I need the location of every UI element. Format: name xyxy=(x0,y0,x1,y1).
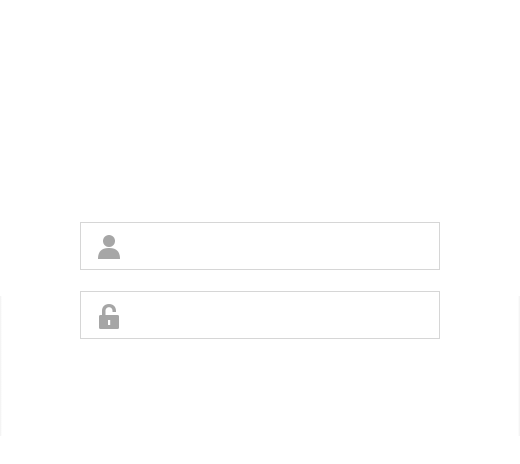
password-input[interactable] xyxy=(133,292,433,338)
login-page xyxy=(0,0,520,464)
username-input[interactable] xyxy=(133,223,433,269)
user-icon xyxy=(97,234,121,260)
password-field[interactable] xyxy=(80,291,440,339)
login-form xyxy=(80,222,440,339)
left-edge-shadow xyxy=(0,296,2,436)
lock-icon xyxy=(97,303,121,329)
username-field[interactable] xyxy=(80,222,440,270)
